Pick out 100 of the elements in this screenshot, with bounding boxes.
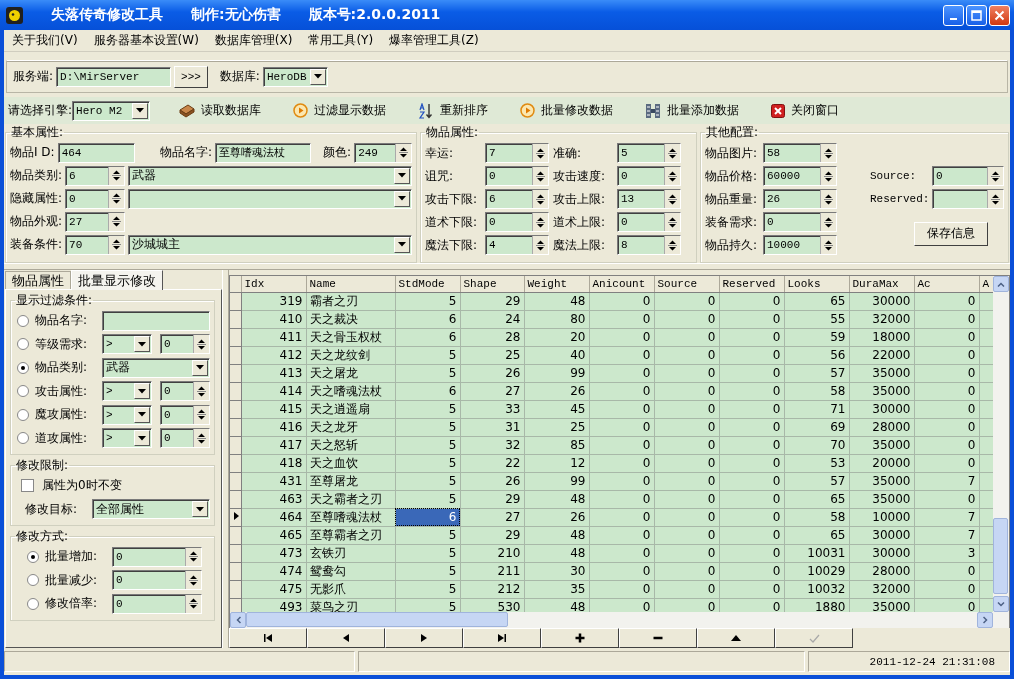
toolbar-button[interactable]: 过滤显示数据 [289, 100, 391, 121]
number-field[interactable]: 26 [763, 189, 837, 209]
number-field[interactable] [932, 189, 1004, 209]
radio-button[interactable] [17, 408, 29, 421]
dropdown[interactable]: > [102, 404, 152, 425]
spin-buttons[interactable] [185, 547, 201, 566]
number-field[interactable]: 5 [617, 143, 681, 163]
column-header[interactable]: Looks [784, 276, 849, 292]
number-field[interactable]: 13 [617, 189, 681, 209]
minimize-button[interactable] [943, 4, 964, 26]
spin-buttons[interactable] [108, 189, 125, 208]
number-field[interactable]: 58 [763, 143, 837, 163]
number-field[interactable]: 8 [617, 235, 681, 255]
toolbar-button[interactable]: 批量修改数据 [516, 100, 618, 121]
column-header[interactable]: Anicount [589, 276, 654, 292]
column-header[interactable]: Idx [241, 276, 306, 292]
number-field[interactable]: 0 [112, 570, 202, 591]
dropdown-button[interactable] [394, 167, 410, 184]
navigator-button[interactable] [385, 628, 463, 648]
spin-buttons[interactable] [185, 571, 201, 590]
number-field[interactable]: 0 [160, 404, 210, 425]
radio-button[interactable] [17, 361, 29, 374]
dropdown-button[interactable] [134, 336, 150, 353]
checkbox[interactable] [21, 479, 34, 493]
row-indicator[interactable] [230, 508, 241, 526]
number-field[interactable]: 27 [65, 211, 126, 232]
navigator-button[interactable] [229, 628, 307, 648]
menu-item[interactable]: 爆率管理工具(Z) [383, 30, 485, 51]
dropdown[interactable]: Hero M2 [72, 100, 151, 121]
navigator-button[interactable] [619, 628, 697, 648]
dropdown[interactable]: > [102, 334, 152, 355]
number-field[interactable]: 6 [485, 189, 549, 209]
dropdown[interactable]: 武器 [102, 357, 210, 378]
toolbar-button[interactable]: 重新排序 [414, 100, 493, 121]
spin-buttons[interactable] [532, 144, 548, 162]
dropdown-button[interactable] [192, 359, 208, 376]
spin-buttons[interactable] [820, 167, 836, 185]
column-header[interactable]: Reserved [719, 276, 784, 292]
spin-buttons[interactable] [820, 144, 836, 162]
dropdown-button[interactable] [134, 383, 150, 400]
text-field[interactable]: 至尊嗜魂法杖 [215, 142, 312, 163]
number-field[interactable]: 0 [485, 212, 549, 232]
vertical-scrollbar[interactable] [993, 276, 1009, 612]
navigator-button[interactable] [307, 628, 385, 648]
scroll-thumb[interactable] [246, 612, 508, 627]
spin-buttons[interactable] [820, 236, 836, 254]
toolbar-button[interactable]: 批量添加数据 [641, 100, 744, 121]
browse-button[interactable]: >>> [174, 65, 208, 88]
dropdown-button[interactable] [309, 68, 326, 85]
spin-buttons[interactable] [820, 190, 836, 208]
number-field[interactable]: 0 [617, 166, 681, 186]
spin-buttons[interactable] [193, 382, 209, 401]
spin-buttons[interactable] [532, 213, 548, 231]
number-field[interactable]: 70 [65, 234, 126, 255]
radio-button[interactable] [17, 314, 29, 327]
column-header[interactable]: Name [306, 276, 395, 292]
column-header[interactable]: Ac [914, 276, 979, 292]
number-field[interactable]: 7 [485, 143, 549, 163]
close-button[interactable] [989, 4, 1010, 26]
number-field[interactable]: 0 [932, 166, 1004, 186]
spin-buttons[interactable] [185, 594, 201, 613]
radio-button[interactable] [17, 385, 29, 398]
spin-buttons[interactable] [987, 167, 1003, 185]
scroll-up-button[interactable] [993, 276, 1009, 292]
dropdown-button[interactable] [134, 430, 150, 447]
number-field[interactable]: 0 [160, 381, 210, 402]
spin-buttons[interactable] [820, 213, 836, 231]
menu-item[interactable]: 关于我们(V) [6, 30, 84, 51]
dropdown-button[interactable] [132, 102, 149, 119]
spin-buttons[interactable] [664, 190, 680, 208]
spin-buttons[interactable] [532, 167, 548, 185]
tab[interactable]: 物品属性 [5, 271, 71, 289]
spin-buttons[interactable] [193, 405, 209, 424]
number-field[interactable]: 6 [65, 165, 126, 186]
spin-buttons[interactable] [395, 143, 411, 162]
number-field[interactable]: 249 [354, 142, 412, 163]
dropdown-button[interactable] [394, 236, 410, 253]
dropdown-button[interactable] [192, 501, 208, 518]
spin-buttons[interactable] [664, 236, 680, 254]
radio-button[interactable] [27, 597, 39, 610]
tab[interactable]: 批量显示修改 [71, 270, 163, 290]
number-field[interactable]: 60000 [763, 166, 837, 186]
spin-buttons[interactable] [108, 235, 125, 254]
text-field[interactable]: 464 [57, 142, 135, 163]
spin-buttons[interactable] [987, 190, 1003, 208]
radio-button[interactable] [17, 432, 29, 445]
spin-buttons[interactable] [664, 167, 680, 185]
number-field[interactable]: 0 [112, 593, 202, 614]
save-button[interactable]: 保存信息 [914, 221, 988, 246]
number-field[interactable]: 10000 [763, 235, 837, 255]
spin-buttons[interactable] [193, 429, 209, 448]
scroll-left-button[interactable] [230, 612, 246, 628]
text-field[interactable] [102, 310, 210, 331]
column-header[interactable]: StdMode [395, 276, 460, 292]
dropdown[interactable]: > [102, 381, 152, 402]
number-field[interactable]: 0 [160, 334, 210, 355]
radio-button[interactable] [17, 338, 29, 351]
spin-buttons[interactable] [664, 213, 680, 231]
number-field[interactable]: 0 [160, 428, 210, 449]
toolbar-button[interactable]: 读取数据库 [175, 100, 266, 121]
